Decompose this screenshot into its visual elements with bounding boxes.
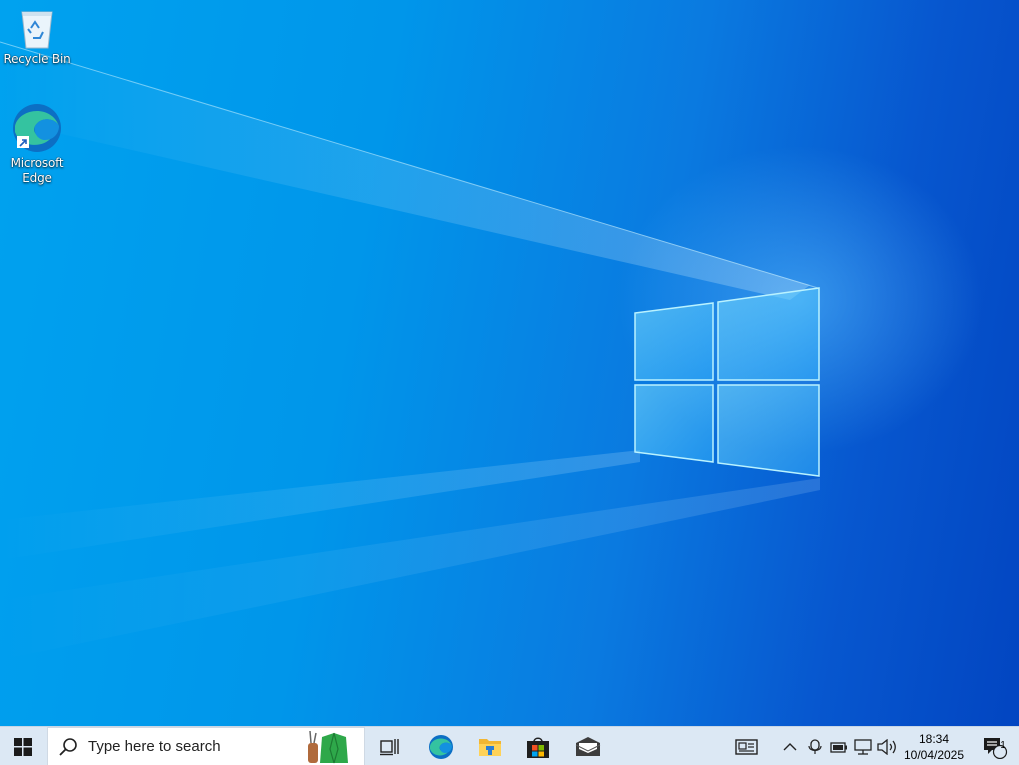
network-button[interactable] (852, 727, 874, 765)
clock-button[interactable]: 18:34 10/04/2025 (900, 727, 968, 765)
mail-icon (575, 736, 601, 756)
battery-icon (830, 741, 847, 753)
search-highlight-golf-icon[interactable] (304, 729, 350, 765)
news-and-interests-icon (735, 738, 758, 755)
search-box[interactable]: Type here to search (47, 727, 365, 765)
notification-count-badge: 1 (1000, 740, 1006, 751)
edge-icon (429, 734, 453, 759)
battery-button[interactable] (828, 727, 850, 765)
folder-icon (479, 738, 501, 756)
start-button[interactable] (0, 727, 46, 765)
network-icon (854, 738, 872, 755)
desktop[interactable]: Recycle Bin Microsoft Edge (0, 0, 1019, 726)
search-icon (59, 737, 77, 756)
microsoft-store-button[interactable] (519, 727, 557, 765)
taskbar: Type here to search 18:34 10/04/2025 1 (0, 726, 1019, 765)
volume-icon (877, 738, 896, 755)
clock-date: 10/04/2025 (903, 747, 965, 762)
volume-button[interactable] (876, 727, 898, 765)
meet-now-icon (808, 738, 822, 754)
chevron-up-icon (783, 742, 797, 750)
desktop-icon-recycle-bin[interactable]: Recycle Bin (2, 6, 72, 67)
windows-logo-wallpaper (634, 287, 820, 477)
edge-icon (13, 104, 61, 152)
store-icon (527, 736, 549, 758)
action-center-button[interactable]: 1 (974, 727, 1014, 765)
show-hidden-icons-button[interactable] (780, 727, 800, 765)
taskbar-edge-button[interactable] (422, 727, 460, 765)
task-view-icon (380, 738, 399, 755)
meet-now-button[interactable] (805, 727, 825, 765)
mail-button[interactable] (568, 727, 608, 765)
desktop-icon-microsoft-edge[interactable]: Microsoft Edge (2, 102, 72, 186)
wallpaper-light-beams (0, 41, 820, 660)
file-explorer-button[interactable] (471, 727, 509, 765)
desktop-icon-label: Microsoft Edge (10, 156, 64, 185)
search-placeholder: Type here to search (88, 738, 221, 755)
desktop-icon-label: Recycle Bin (3, 52, 71, 66)
news-and-interests-button[interactable] (730, 727, 764, 765)
task-view-button[interactable] (372, 727, 408, 765)
recycle-bin-icon (21, 11, 53, 49)
clock-time: 18:34 (918, 731, 950, 746)
windows-logo-icon (14, 737, 32, 756)
